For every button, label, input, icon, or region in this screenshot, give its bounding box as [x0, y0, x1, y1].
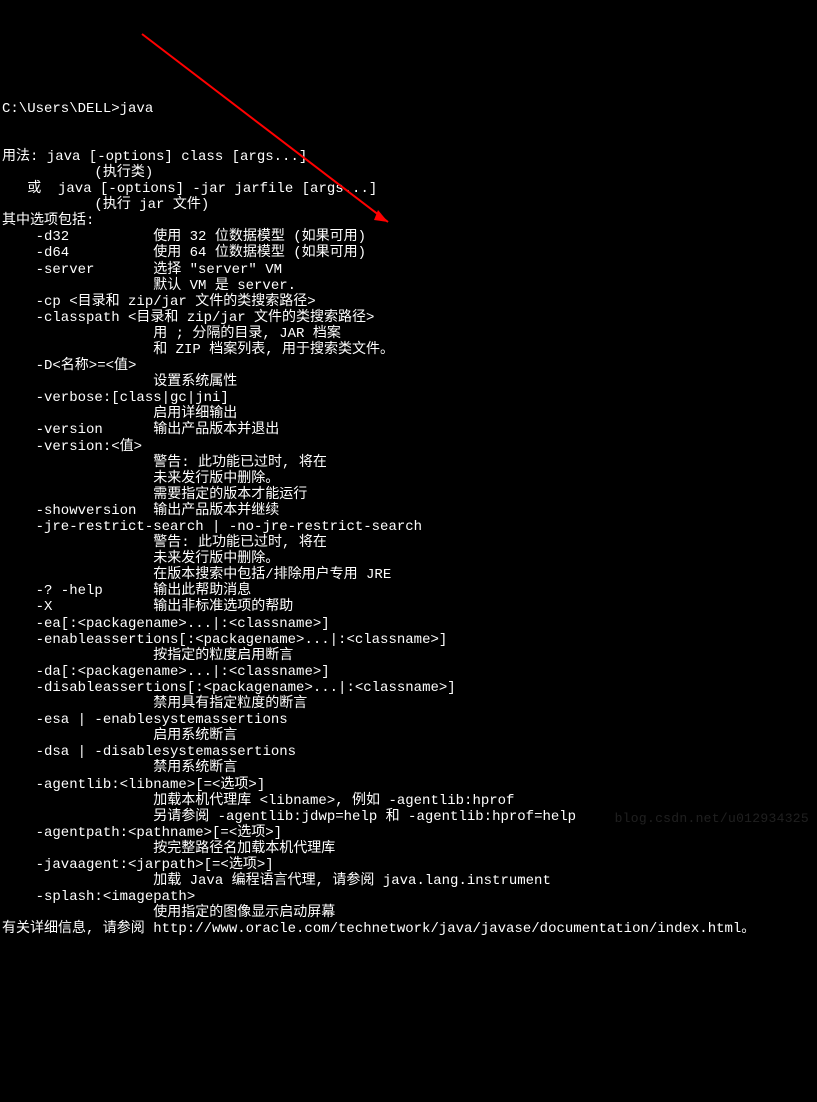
- output-line: -cp <目录和 zip/jar 文件的类搜索路径>: [2, 294, 815, 310]
- output-line: -splash:<imagepath>: [2, 889, 815, 905]
- watermark-text: blog.csdn.net/u012934325: [615, 812, 809, 827]
- output-line: 警告: 此功能已过时, 将在: [2, 455, 815, 471]
- output-line: -classpath <目录和 zip/jar 文件的类搜索路径>: [2, 310, 815, 326]
- output-line: -version:<值>: [2, 439, 815, 455]
- output-line: -d32 使用 32 位数据模型 (如果可用): [2, 229, 815, 245]
- output-line: 加载 Java 编程语言代理, 请参阅 java.lang.instrument: [2, 873, 815, 889]
- output-line: -server 选择 "server" VM: [2, 262, 815, 278]
- output-line: -enableassertions[:<packagename>...|:<cl…: [2, 632, 815, 648]
- output-line: -showversion 输出产品版本并继续: [2, 503, 815, 519]
- output-line: -disableassertions[:<packagename>...|:<c…: [2, 680, 815, 696]
- output-line: 或 java [-options] -jar jarfile [args...]: [2, 181, 815, 197]
- output-line: 其中选项包括:: [2, 213, 815, 229]
- output-line: -esa | -enablesystemassertions: [2, 712, 815, 728]
- output-line: -D<名称>=<值>: [2, 358, 815, 374]
- output-line: 启用详细输出: [2, 406, 815, 422]
- output-line: 未来发行版中删除。: [2, 471, 815, 487]
- output-line: -jre-restrict-search | -no-jre-restrict-…: [2, 519, 815, 535]
- output-line: -agentpath:<pathname>[=<选项>]: [2, 825, 815, 841]
- output-line: 和 ZIP 档案列表, 用于搜索类文件。: [2, 342, 815, 358]
- output-line: 未来发行版中删除。: [2, 551, 815, 567]
- command-prompt-line: C:\Users\DELL>java: [2, 101, 815, 117]
- output-line: 加载本机代理库 <libname>, 例如 -agentlib:hprof: [2, 793, 815, 809]
- output-line: -version 输出产品版本并退出: [2, 422, 815, 438]
- output-line: -verbose:[class|gc|jni]: [2, 390, 815, 406]
- output-line: 按指定的粒度启用断言: [2, 648, 815, 664]
- output-line: 用法: java [-options] class [args...]: [2, 149, 815, 165]
- output-line: 默认 VM 是 server.: [2, 278, 815, 294]
- output-line: 需要指定的版本才能运行: [2, 487, 815, 503]
- output-line: -agentlib:<libname>[=<选项>]: [2, 777, 815, 793]
- output-line: (执行类): [2, 165, 815, 181]
- output-line: 警告: 此功能已过时, 将在: [2, 535, 815, 551]
- output-line: -ea[:<packagename>...|:<classname>]: [2, 616, 815, 632]
- output-line: 按完整路径名加载本机代理库: [2, 841, 815, 857]
- output-line: (执行 jar 文件): [2, 197, 815, 213]
- output-line: -d64 使用 64 位数据模型 (如果可用): [2, 245, 815, 261]
- output-line: 启用系统断言: [2, 728, 815, 744]
- output-line: 设置系统属性: [2, 374, 815, 390]
- output-line: -da[:<packagename>...|:<classname>]: [2, 664, 815, 680]
- output-line: 禁用系统断言: [2, 760, 815, 776]
- output-line: -? -help 输出此帮助消息: [2, 583, 815, 599]
- output-line: -X 输出非标准选项的帮助: [2, 599, 815, 615]
- output-line: 使用指定的图像显示启动屏幕: [2, 905, 815, 921]
- output-line: 在版本搜索中包括/排除用户专用 JRE: [2, 567, 815, 583]
- output-line: -javaagent:<jarpath>[=<选项>]: [2, 857, 815, 873]
- output-line: 有关详细信息, 请参阅 http://www.oracle.com/techne…: [2, 921, 815, 937]
- output-line: -dsa | -disablesystemassertions: [2, 744, 815, 760]
- output-line: 禁用具有指定粒度的断言: [2, 696, 815, 712]
- output-line: 用 ; 分隔的目录, JAR 档案: [2, 326, 815, 342]
